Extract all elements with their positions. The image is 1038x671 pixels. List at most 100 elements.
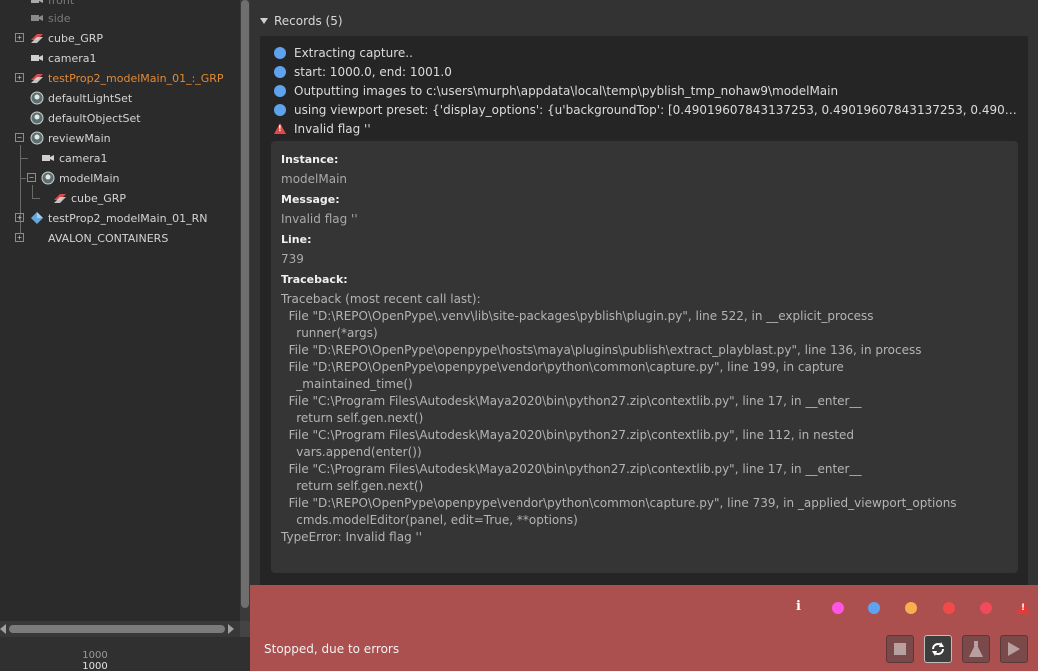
expand-toggle[interactable]: + [15,213,24,222]
outliner-item-label: camera1 [48,51,97,65]
camera-icon [30,51,44,65]
filter-dot-magenta-icon[interactable] [832,602,844,614]
outliner-item-label: AVALON_CONTAINERS [48,231,169,245]
outliner-item-camera1[interactable]: camera1 [30,48,97,68]
records-list: Extracting capture.. start: 1000.0, end:… [260,36,1028,585]
outliner-item-defaultobjectset[interactable]: defaultObjectSet [30,108,141,128]
filter-dot-red-icon[interactable] [943,602,955,614]
refresh-icon [932,642,944,656]
outliner-item-label: cube_GRP [71,191,127,205]
record-row[interactable]: Outputting images to c:\users\murph\appd… [274,81,1019,100]
traceback-line: File "D:\REPO\OpenPype\openpype\vendor\p… [281,360,844,374]
pyblish-footer: i Stopped, due to errors [250,585,1038,671]
reference-node-icon [30,211,44,225]
outliner-item-camera1-child[interactable]: camera1 [41,148,108,168]
info-icon[interactable]: i [796,599,801,614]
traceback-line: vars.append(enter()) [281,445,422,459]
transform-group-icon [53,191,67,205]
camera-icon [41,151,55,165]
record-text: Outputting images to c:\users\murph\appd… [294,83,839,98]
info-dot-icon [274,84,286,97]
filter-dot-orange-icon[interactable] [905,602,917,614]
traceback-line: return self.gen.next() [281,479,424,493]
record-text: Invalid flag '' [294,121,371,136]
traceback-line: cmds.modelEditor(panel, edit=True, **opt… [281,513,578,527]
record-text: using viewport preset: {'display_options… [294,102,1019,117]
tree-line [32,185,33,198]
camera-icon [30,11,44,25]
expand-toggle[interactable]: + [15,73,24,82]
line-value: 739 [281,252,304,266]
record-row[interactable]: start: 1000.0, end: 1001.0 [274,62,1019,81]
outliner-item-label: camera1 [59,151,108,165]
record-text: Extracting capture.. [294,45,413,60]
time-slider[interactable]: 1000 1000 [0,637,250,671]
stop-icon [894,643,906,655]
pyblish-panel: Records (5) Extracting capture.. start: … [250,0,1038,585]
info-dot-icon [274,65,286,78]
outliner-item-side[interactable]: side [30,8,71,28]
validate-button[interactable] [962,635,990,663]
filter-dot-blue-icon[interactable] [868,602,880,614]
outliner-item-reviewmain[interactable]: reviewMain [30,128,111,148]
traceback-label: Traceback: [281,273,348,286]
traceback-line: _maintained_time() [281,377,413,391]
traceback-line: Traceback (most recent call last): [281,292,481,306]
outliner-item-label: testProp2_modelMain_01_:_GRP [48,71,224,85]
outliner-item-label: cube_GRP [48,31,104,45]
records-title: Records (5) [274,14,343,28]
message-label: Message: [281,193,340,206]
warning-icon [274,123,286,134]
time-value-current: 1000 [82,661,108,671]
outliner-horizontal-scrollbar[interactable] [0,621,240,637]
status-text: Stopped, due to errors [264,642,400,656]
outliner-vertical-scrollbar[interactable] [240,0,250,621]
flask-icon [969,641,983,657]
scroll-right-arrow-icon[interactable] [228,624,234,634]
outliner-item-cube-grp[interactable]: cube_GRP [30,28,103,48]
record-row[interactable]: Extracting capture.. [274,43,1019,62]
traceback-line: File "D:\REPO\OpenPype\openpype\vendor\p… [281,496,957,510]
expand-toggle[interactable]: + [15,233,24,242]
reset-button[interactable] [924,635,952,663]
scroll-left-arrow-icon[interactable] [0,624,6,634]
scrollbar-thumb[interactable] [9,625,225,633]
outliner-item-label: front [48,0,75,7]
outliner-item-testprop2-rn[interactable]: testProp2_modelMain_01_RN [30,208,207,228]
time-value-top: 1000 [82,650,108,661]
outliner-item-label: modelMain [59,171,120,185]
traceback-line: File "D:\REPO\OpenPype\.venv\lib\site-pa… [281,309,874,323]
outliner-item-modelmain[interactable]: modelMain [41,168,120,188]
instance-value: modelMain [281,172,348,186]
tree-line [20,178,26,179]
traceback-line: File "C:\Program Files\Autodesk\Maya2020… [281,394,862,408]
info-dot-icon [274,103,286,116]
outliner-item-avalon-containers[interactable]: AVALON_CONTAINERS [48,228,168,248]
collapse-toggle[interactable]: − [15,133,24,142]
record-row[interactable]: using viewport preset: {'display_options… [274,100,1019,119]
traceback-line: return self.gen.next() [281,411,424,425]
traceback-line: File "C:\Program Files\Autodesk\Maya2020… [281,428,855,442]
record-row-error[interactable]: Invalid flag '' [274,119,1019,138]
transform-group-icon [30,71,44,85]
outliner-item-label: defaultObjectSet [48,111,141,125]
outliner-item-label: side [48,11,71,25]
expand-toggle[interactable]: + [15,33,24,42]
scrollbar-thumb[interactable] [241,0,249,608]
outliner-item-label: testProp2_modelMain_01_RN [48,211,208,225]
publish-button[interactable] [1000,635,1028,663]
filter-dot-red-icon[interactable] [980,602,992,614]
message-value: Invalid flag '' [281,212,358,226]
records-section-header[interactable]: Records (5) [260,12,343,30]
outliner-item-label: reviewMain [48,131,111,145]
warning-icon[interactable] [1016,601,1030,614]
stop-button[interactable] [886,635,914,663]
outliner-item-defaultlightset[interactable]: defaultLightSet [30,88,132,108]
tree-line [32,198,40,199]
outliner-item-cube-grp-child[interactable]: cube_GRP [53,188,126,208]
collapse-toggle[interactable]: − [27,173,36,182]
line-label: Line: [281,233,312,246]
traceback-line: TypeError: Invalid flag '' [281,530,423,544]
transform-group-icon [30,31,44,45]
outliner-item-testprop2-grp[interactable]: testProp2_modelMain_01_:_GRP [30,68,224,88]
